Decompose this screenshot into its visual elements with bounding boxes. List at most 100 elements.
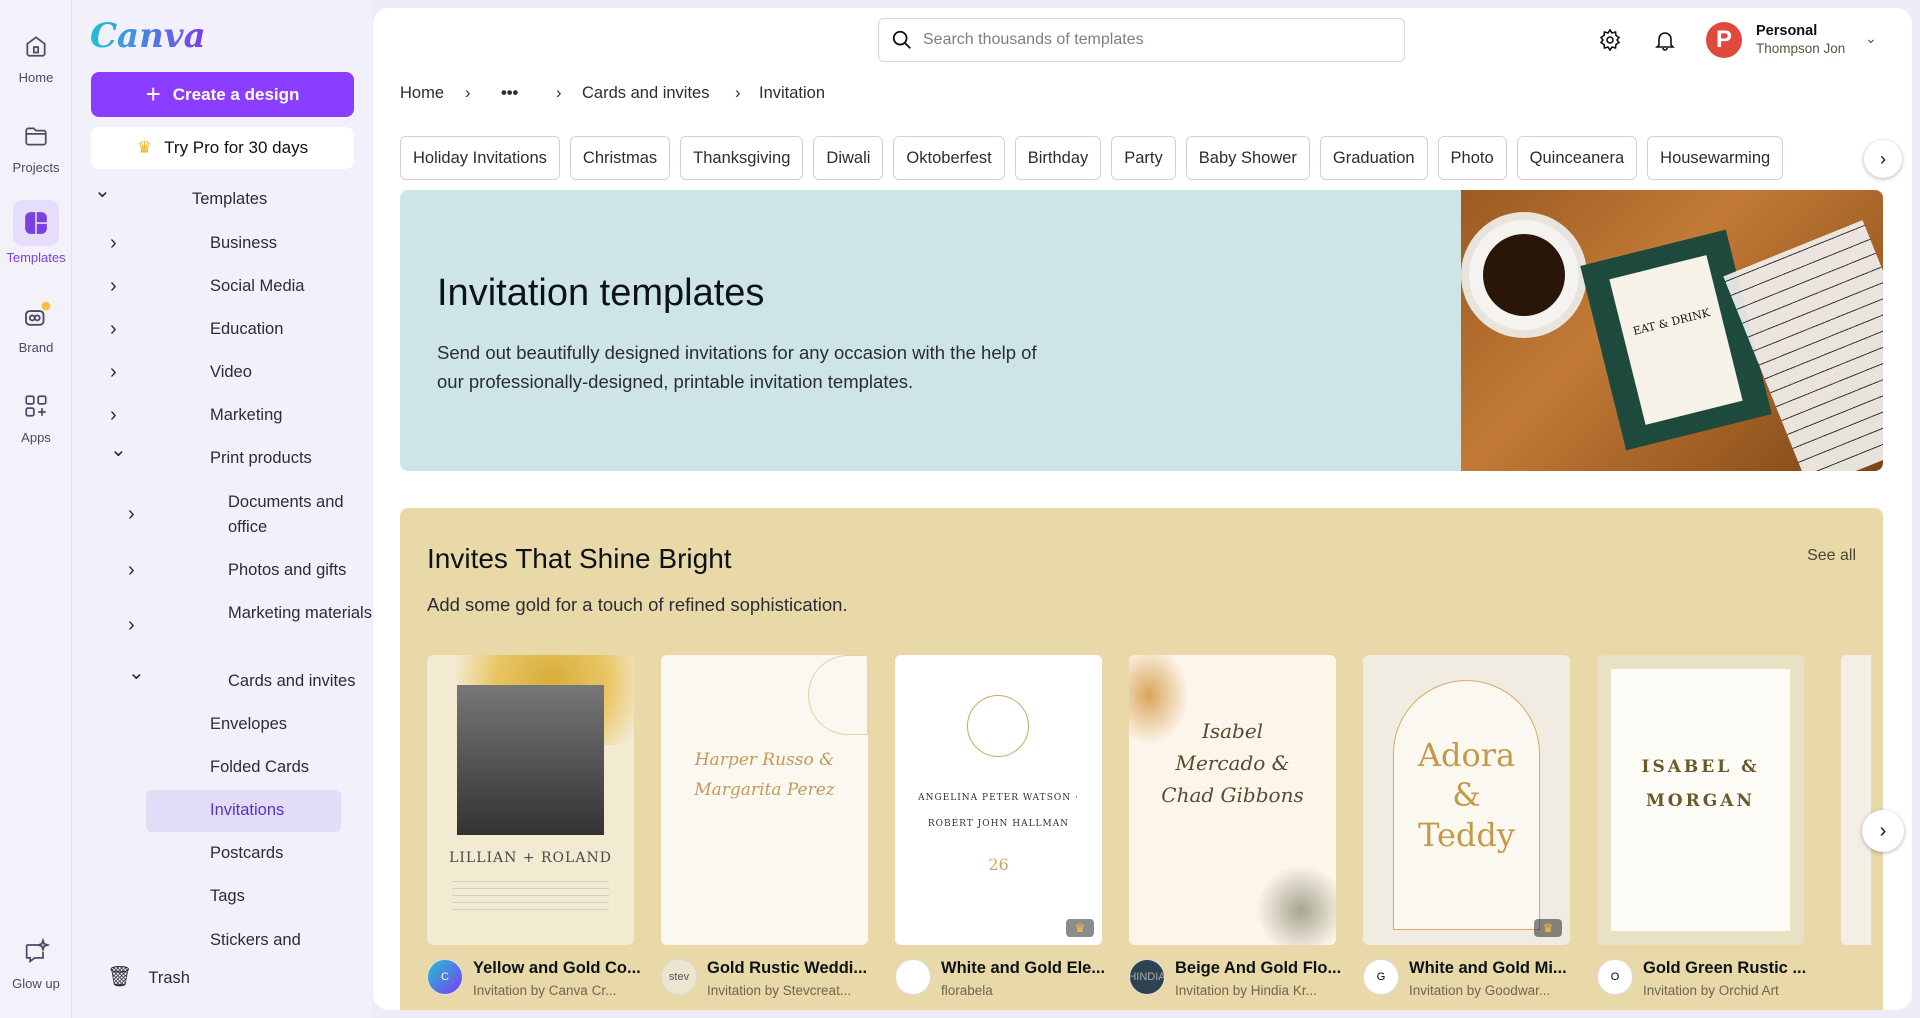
sidebar-item-video[interactable]: Video bbox=[210, 360, 252, 385]
carousel-next-button[interactable]: › bbox=[1862, 810, 1904, 852]
sidebar-item-tags[interactable]: Tags bbox=[210, 884, 245, 909]
sidebar-item-folded-cards[interactable]: Folded Cards bbox=[210, 755, 309, 780]
partial-template-card[interactable] bbox=[1841, 655, 1871, 945]
template-creator[interactable]: Invitation by Goodwar... bbox=[1409, 983, 1550, 998]
sidebar-item-documents-and-office[interactable]: Documents and office bbox=[228, 490, 378, 540]
rail-brand[interactable]: Brand bbox=[0, 296, 72, 355]
trash-item[interactable]: 🗑 Trash bbox=[107, 965, 190, 991]
breadcrumb-cards-and-invites[interactable]: Cards and invites bbox=[582, 84, 709, 103]
chip-graduation[interactable]: Graduation bbox=[1319, 136, 1428, 180]
template-creator[interactable]: Invitation by Hindia Kr... bbox=[1175, 983, 1317, 998]
sidebar-item-invitations[interactable]: Invitations bbox=[210, 798, 284, 823]
template-thumbnail[interactable]: Adora & Teddy ♛ bbox=[1363, 655, 1570, 945]
avatar[interactable]: P bbox=[1706, 22, 1742, 58]
see-all-link[interactable]: See all bbox=[1807, 547, 1856, 565]
breadcrumb-home[interactable]: Home bbox=[400, 84, 444, 103]
chip-thanksgiving[interactable]: Thanksgiving bbox=[680, 136, 804, 180]
chip-christmas[interactable]: Christmas bbox=[569, 136, 671, 180]
sidebar-item-education[interactable]: Education bbox=[210, 317, 283, 342]
template-creator[interactable]: florabela bbox=[941, 983, 993, 998]
creator-avatar[interactable]: G bbox=[1363, 959, 1399, 995]
settings-icon[interactable] bbox=[1598, 28, 1622, 57]
template-card[interactable]: ANGELINA PETER WATSON · ROBERT JOHN HALL… bbox=[895, 655, 1105, 1005]
template-card[interactable]: Adora & Teddy ♛ G White and Gold Mi... In… bbox=[1363, 655, 1570, 1005]
search-icon bbox=[892, 30, 911, 49]
rail-projects[interactable]: Projects bbox=[0, 116, 72, 175]
sidebar-item-marketing-materials[interactable]: Marketing materials bbox=[228, 601, 378, 626]
creator-avatar[interactable]: O bbox=[1597, 959, 1633, 995]
hero-banner: Invitation templates Send out beautifull… bbox=[400, 190, 1883, 471]
template-title[interactable]: White and Gold Ele... bbox=[941, 959, 1105, 978]
sidebar-item-cards-and-invites[interactable]: Cards and invites bbox=[228, 669, 378, 694]
sidebar-item-templates[interactable]: Templates bbox=[192, 187, 267, 212]
hero-image: EAT & DRINK bbox=[1461, 190, 1883, 471]
sidebar-item-print-products[interactable]: Print products bbox=[210, 446, 312, 471]
template-title[interactable]: Yellow and Gold Co... bbox=[473, 959, 641, 978]
chevron-right-icon[interactable]: › bbox=[128, 560, 135, 580]
chevron-down-icon[interactable]: ⌄ bbox=[128, 663, 145, 683]
template-thumbnail[interactable]: Harper Russo & Margarita Perez bbox=[661, 655, 868, 945]
chevron-right-icon[interactable]: › bbox=[110, 405, 117, 425]
template-creator[interactable]: Invitation by Canva Cr... bbox=[473, 983, 616, 998]
sidebar-item-social-media[interactable]: Social Media bbox=[210, 274, 304, 299]
sidebar-item-marketing[interactable]: Marketing bbox=[210, 403, 282, 428]
chevron-right-icon: › bbox=[465, 84, 471, 102]
chip-baby-shower[interactable]: Baby Shower bbox=[1185, 136, 1310, 180]
creator-avatar[interactable]: C bbox=[427, 959, 463, 995]
template-card[interactable]: ISABEL & MORGAN O Gold Green Rustic ... … bbox=[1597, 655, 1806, 1005]
sidebar-item-envelopes[interactable]: Envelopes bbox=[210, 712, 287, 737]
chevron-right-icon[interactable]: › bbox=[110, 276, 117, 296]
chevron-right-icon[interactable]: › bbox=[128, 504, 135, 524]
template-title[interactable]: Beige And Gold Flo... bbox=[1175, 959, 1341, 978]
account-type[interactable]: Personal bbox=[1756, 23, 1817, 39]
template-title[interactable]: White and Gold Mi... bbox=[1409, 959, 1567, 978]
chip-birthday[interactable]: Birthday bbox=[1014, 136, 1102, 180]
template-card[interactable]: Harper Russo & Margarita Perez stev Gold… bbox=[661, 655, 868, 1005]
rail-glow-up[interactable]: Glow up bbox=[0, 932, 72, 991]
creator-avatar[interactable] bbox=[895, 959, 931, 995]
chevron-down-icon[interactable]: ⌄ bbox=[94, 181, 111, 201]
chevron-right-icon[interactable]: › bbox=[128, 615, 135, 635]
template-creator[interactable]: Invitation by Orchid Art bbox=[1643, 983, 1779, 998]
template-creator[interactable]: Invitation by Stevcreat... bbox=[707, 983, 851, 998]
crown-icon: ♛ bbox=[136, 138, 153, 157]
try-pro-button[interactable]: ♛ Try Pro for 30 days bbox=[91, 127, 354, 169]
sidebar-item-photos-and-gifts[interactable]: Photos and gifts bbox=[228, 558, 346, 583]
search-input[interactable]: Search thousands of templates bbox=[878, 18, 1405, 62]
chip-housewarming[interactable]: Housewarming bbox=[1647, 136, 1784, 180]
template-thumbnail[interactable]: LILLIAN + ROLAND bbox=[427, 655, 634, 945]
chip-holiday-invitations[interactable]: Holiday Invitations bbox=[400, 136, 560, 180]
pro-crown-icon: ♛ bbox=[1066, 919, 1094, 937]
chip-party[interactable]: Party bbox=[1111, 136, 1176, 180]
template-card[interactable]: LILLIAN + ROLAND C Yellow and Gold Co...… bbox=[427, 655, 641, 1005]
user-name[interactable]: Thompson Jon bbox=[1756, 41, 1845, 56]
sidebar-item-stickers-and[interactable]: Stickers and bbox=[210, 928, 301, 953]
template-title[interactable]: Gold Rustic Weddi... bbox=[707, 959, 867, 978]
sidebar-item-postcards[interactable]: Postcards bbox=[210, 841, 283, 866]
rail-templates[interactable]: Templates bbox=[0, 200, 72, 265]
template-title[interactable]: Gold Green Rustic ... bbox=[1643, 959, 1806, 978]
chevron-right-icon[interactable]: › bbox=[110, 233, 117, 253]
chevron-right-icon[interactable]: › bbox=[110, 319, 117, 339]
chevron-right-icon[interactable]: › bbox=[110, 362, 117, 382]
chip-oktoberfest[interactable]: Oktoberfest bbox=[893, 136, 1005, 180]
chevron-down-icon[interactable]: ⌄ bbox=[110, 440, 127, 460]
create-design-button[interactable]: + Create a design bbox=[91, 72, 354, 117]
rail-apps[interactable]: Apps bbox=[0, 386, 72, 445]
canva-logo[interactable]: Canva bbox=[90, 16, 206, 56]
chips-next-button[interactable]: › bbox=[1864, 140, 1902, 178]
notifications-bell-icon[interactable] bbox=[1653, 28, 1677, 57]
template-thumbnail[interactable]: Isabel Mercado & Chad Gibbons bbox=[1129, 655, 1336, 945]
rail-home[interactable]: Home bbox=[0, 26, 72, 85]
template-thumbnail[interactable]: ISABEL & MORGAN bbox=[1597, 655, 1804, 945]
chip-photo[interactable]: Photo bbox=[1437, 136, 1507, 180]
template-thumbnail[interactable]: ANGELINA PETER WATSON · ROBERT JOHN HALL… bbox=[895, 655, 1102, 945]
chip-quinceanera[interactable]: Quinceanera bbox=[1516, 136, 1638, 180]
sidebar-item-business[interactable]: Business bbox=[210, 231, 277, 256]
creator-avatar[interactable]: HINDIA bbox=[1129, 959, 1165, 995]
chip-diwali[interactable]: Diwali bbox=[813, 136, 884, 180]
chevron-down-icon[interactable]: ⌄ bbox=[1865, 30, 1877, 47]
creator-avatar[interactable]: stev bbox=[661, 959, 697, 995]
template-card[interactable]: Isabel Mercado & Chad Gibbons HINDIA Bei… bbox=[1129, 655, 1341, 1005]
breadcrumb-more[interactable]: ••• bbox=[501, 84, 518, 103]
